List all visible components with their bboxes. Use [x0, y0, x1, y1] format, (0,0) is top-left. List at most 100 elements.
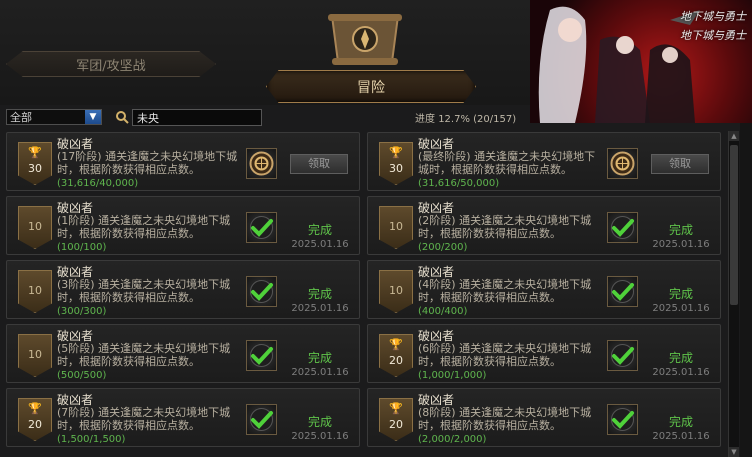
points-value: 10: [28, 348, 42, 361]
achievement-card: 🏆 20 破凶者 (8阶段) 通关逢魔之未央幻境地下城时，根据阶数获得相应点数。 (2,…: [367, 388, 721, 447]
points-badge: 10: [18, 206, 52, 249]
list-scrollbar[interactable]: ▲ ▼: [728, 131, 739, 457]
achievement-progress: (2,000/2,000): [418, 434, 487, 445]
achievement-progress: (31,616/50,000): [418, 178, 500, 189]
achievement-progress: (500/500): [57, 370, 107, 381]
progress-readout: 进度 12.7% (20/157): [415, 110, 516, 125]
tab-guild-siege[interactable]: 军团/攻坚战: [6, 51, 216, 77]
check-icon: [607, 340, 638, 371]
achievement-card: 🏆 30 破凶者 (最终阶段) 通关逢魔之未央幻境地下城时，根据阶数获得相应点数。 (3…: [367, 132, 721, 191]
completion-date: 2025.01.16: [291, 367, 349, 378]
points-badge: 10: [379, 206, 413, 249]
points-badge: 10: [379, 270, 413, 313]
complete-status: 完成: [307, 287, 332, 301]
completion-date: 2025.01.16: [291, 431, 349, 442]
points-badge: 🏆 20: [379, 398, 413, 441]
achievement-description: (6阶段) 通关逢魔之未央幻境地下城时，根据阶数获得相应点数。: [418, 342, 592, 368]
check-icon: [607, 212, 638, 243]
scroll-up-icon[interactable]: ▲: [729, 131, 739, 141]
achievement-progress: (400/400): [418, 306, 468, 317]
points-badge: 🏆 30: [379, 142, 413, 185]
trophy-icon: 🏆: [28, 402, 42, 415]
complete-status: 完成: [307, 351, 332, 365]
search-icon: [116, 111, 129, 124]
points-value: 30: [28, 162, 42, 175]
achievement-card: 10 破凶者 (3阶段) 通关逢魔之未央幻境地下城时，根据阶数获得相应点数。 (300…: [6, 260, 360, 319]
complete-status: 完成: [668, 287, 693, 301]
achievement-description: (2阶段) 通关逢魔之未央幻境地下城时，根据阶数获得相应点数。: [418, 214, 592, 240]
tab-adventure[interactable]: 冒险: [266, 70, 476, 103]
achievement-card: 10 破凶者 (2阶段) 通关逢魔之未央幻境地下城时，根据阶数获得相应点数。 (200…: [367, 196, 721, 255]
banner-logo-text-2: 地下城与勇士: [680, 29, 746, 42]
achievement-card: 🏆 20 破凶者 (6阶段) 通关逢魔之未央幻境地下城时，根据阶数获得相应点数。 (1,…: [367, 324, 721, 383]
completion-date: 2025.01.16: [652, 239, 710, 250]
search-input[interactable]: [132, 109, 262, 126]
trophy-icon: 🏆: [389, 338, 403, 351]
event-banner[interactable]: 地下城与勇士 地下城与勇士: [530, 0, 752, 123]
check-icon: [246, 276, 277, 307]
achievement-description: (7阶段) 通关逢魔之未央幻境地下城时，根据阶数获得相应点数。: [57, 406, 231, 432]
scroll-compass-icon: [322, 10, 408, 68]
achievement-progress: (300/300): [57, 306, 107, 317]
scroll-thumb[interactable]: [730, 145, 738, 305]
achievement-description: (17阶段) 通关逢魔之未央幻境地下城时，根据阶数获得相应点数。: [57, 150, 238, 176]
complete-status: 完成: [668, 351, 693, 365]
achievement-progress: (31,616/40,000): [57, 178, 139, 189]
completion-date: 2025.01.16: [291, 239, 349, 250]
chevron-down-icon[interactable]: ▼: [85, 110, 101, 124]
completion-date: 2025.01.16: [291, 303, 349, 314]
achievement-card: 10 破凶者 (4阶段) 通关逢魔之未央幻境地下城时，根据阶数获得相应点数。 (400…: [367, 260, 721, 319]
complete-status: 完成: [668, 223, 693, 237]
achievement-card: 10 破凶者 (5阶段) 通关逢魔之未央幻境地下城时，根据阶数获得相应点数。 (500…: [6, 324, 360, 383]
trophy-icon: 🏆: [389, 146, 403, 159]
completion-date: 2025.01.16: [652, 367, 710, 378]
check-icon: [607, 276, 638, 307]
complete-status: 完成: [307, 415, 332, 429]
emblem-icon: [246, 148, 277, 179]
claim-button[interactable]: 领取: [290, 154, 348, 174]
category-select[interactable]: 全部 ▼: [6, 109, 102, 125]
check-icon: [246, 404, 277, 435]
points-badge: 🏆 30: [18, 142, 52, 185]
completion-date: 2025.01.16: [652, 303, 710, 314]
completion-date: 2025.01.16: [652, 431, 710, 442]
points-badge: 10: [18, 334, 52, 377]
achievement-description: (8阶段) 通关逢魔之未央幻境地下城时，根据阶数获得相应点数。: [418, 406, 592, 432]
points-value: 20: [28, 418, 42, 431]
points-value: 10: [28, 284, 42, 297]
category-select-value: 全部: [10, 111, 32, 124]
trophy-icon: 🏆: [28, 146, 42, 159]
complete-status: 完成: [307, 223, 332, 237]
achievement-description: (3阶段) 通关逢魔之未央幻境地下城时，根据阶数获得相应点数。: [57, 278, 231, 304]
progress-value: 12.7% (20/157): [438, 114, 517, 125]
points-value: 20: [389, 418, 403, 431]
emblem-icon: [607, 148, 638, 179]
points-value: 10: [389, 220, 403, 233]
achievement-description: (5阶段) 通关逢魔之未央幻境地下城时，根据阶数获得相应点数。: [57, 342, 231, 368]
points-badge: 🏆 20: [18, 398, 52, 441]
points-value: 20: [389, 354, 403, 367]
achievement-progress: (200/200): [418, 242, 468, 253]
achievement-card: 🏆 20 破凶者 (7阶段) 通关逢魔之未央幻境地下城时，根据阶数获得相应点数。 (1,…: [6, 388, 360, 447]
banner-logo-text: 地下城与勇士: [680, 10, 746, 23]
achievement-progress: (1,500/1,500): [57, 434, 126, 445]
achievement-description: (1阶段) 通关逢魔之未央幻境地下城时，根据阶数获得相应点数。: [57, 214, 231, 240]
points-badge: 🏆 20: [379, 334, 413, 377]
points-value: 30: [389, 162, 403, 175]
achievement-description: (最终阶段) 通关逢魔之未央幻境地下城时，根据阶数获得相应点数。: [418, 150, 596, 176]
complete-status: 完成: [668, 415, 693, 429]
points-value: 10: [389, 284, 403, 297]
points-value: 10: [28, 220, 42, 233]
check-icon: [607, 404, 638, 435]
trophy-icon: 🏆: [389, 402, 403, 415]
achievement-card: 10 破凶者 (1阶段) 通关逢魔之未央幻境地下城时，根据阶数获得相应点数。 (100…: [6, 196, 360, 255]
check-icon: [246, 340, 277, 371]
achievement-progress: (100/100): [57, 242, 107, 253]
progress-label: 进度: [415, 114, 435, 125]
scroll-down-icon[interactable]: ▼: [729, 447, 739, 457]
achievement-progress: (1,000/1,000): [418, 370, 487, 381]
claim-button[interactable]: 领取: [651, 154, 709, 174]
points-badge: 10: [18, 270, 52, 313]
side-panel-edge: [740, 123, 752, 457]
check-icon: [246, 212, 277, 243]
